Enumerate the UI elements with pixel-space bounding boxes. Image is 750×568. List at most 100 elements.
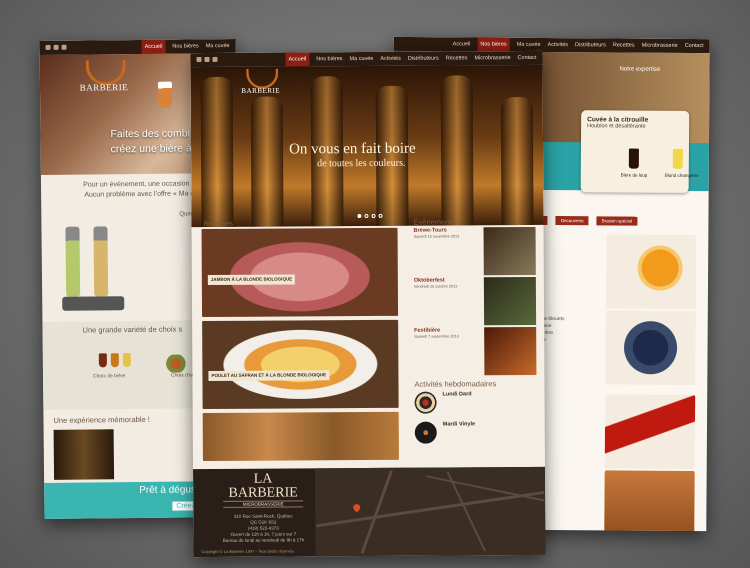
ingredient-row [520,234,697,310]
recipe-thumbnails[interactable] [202,411,399,462]
recettes-heading: Recettes [203,218,234,229]
beer-glass-icon [122,353,131,368]
social-icon[interactable] [61,44,67,50]
hours-line: Bureau du lundi au vendredi de 9h à 17h [222,537,305,543]
event-title: Oktoberfest [413,277,445,284]
activity-title: Lundi Dard [442,391,472,398]
nav-microbrasserie[interactable]: Microbrasserie [642,43,678,49]
filter-brassin-special[interactable]: Brassin spécial [596,216,638,226]
hero-slider: BARBERIE On vous en fait boire de toutes… [190,64,544,228]
nav-activites[interactable]: Activités [380,56,401,62]
vinyl-icon [414,421,437,444]
nav-ma-cuvee[interactable]: Ma cuvée [206,43,230,49]
recipe-caption: JAMBON À LA BLONDE BIOLOGIQUE [207,274,296,285]
recipe-card-poulet[interactable]: POULET AU SAFRAN ET À LA BLONDE BIOLOGIQ… [202,319,399,410]
card-subtitle: Houblon et désaltérante [587,123,646,130]
map-road [316,490,545,528]
nav-recettes[interactable]: Recettes [613,42,635,48]
nav-ma-cuvee[interactable]: Ma cuvée [350,56,374,62]
activity-item[interactable]: Lundi Dard [414,389,539,418]
bottle-image [440,75,474,226]
footer-logo[interactable]: LA BARBERIE [223,472,303,501]
expertise-heading: Notre expertise [619,66,661,73]
footer-subtitle: MICROBRASSERIE [223,500,304,508]
nav-recettes[interactable]: Recettes [446,55,468,61]
hero-line2: créez une bière à v [110,142,201,156]
social-icon[interactable] [53,44,59,50]
activites-heading: Activités hebdomadaires [414,379,497,389]
choix-biere-label: Choix de bière [92,373,126,380]
map-road [360,470,393,554]
nav-accueil[interactable]: Accueil [453,41,471,47]
nav-contact[interactable]: Contact [685,43,704,49]
beer-glass-icon [157,81,173,108]
barberie-logo[interactable]: BARBERIE [78,60,130,103]
event-date: Samedi 7 septembre 2013 [414,334,459,339]
nav-ma-cuvee[interactable]: Ma cuvée [517,42,541,48]
event-date: Samedi 16 novembre 2013 [413,234,460,239]
dark-beer-icon [628,148,639,169]
footer-address: 310 Rue Saint-Roch, Québec QC G1K 6S2 (4… [213,513,313,544]
hero-slogan-sub: de toutes les couleurs. [317,157,406,170]
nav-activites[interactable]: Activités [548,42,569,48]
hero-line1: Faites des combi [110,127,190,141]
bottle-image [200,76,234,228]
slider-dot[interactable] [364,213,369,219]
slider-dots [357,213,383,219]
event-date: Vendredi 25 octobre 2013 [413,284,458,289]
activity-item[interactable]: Mardi Vinyle [414,419,539,448]
map-pin-icon[interactable] [351,502,362,513]
cta-text: Prêt à dégust [139,484,199,497]
light-beer-icon [672,148,683,169]
nav-microbrasserie[interactable]: Microbrasserie [474,55,510,61]
nav-nos-bieres[interactable]: Nos bières [316,56,342,62]
social-icons [45,44,67,50]
center-page-mockup: Accueil Nos bières Ma cuvée Activités Di… [190,50,546,558]
food-image [604,470,695,532]
social-icon[interactable] [204,56,210,62]
slider-dot[interactable] [371,213,376,218]
slider-dot[interactable] [357,214,362,219]
footer: LA BARBERIE MICROBRASSERIE 310 Rue Saint… [193,466,546,558]
event-item[interactable]: Festibière Samedi 7 septembre 2013 [414,326,538,380]
social-icon[interactable] [212,56,218,62]
beer-glass-icon [110,353,119,368]
bottle-image [500,96,534,226]
nav-accueil[interactable]: Accueil [285,52,310,67]
barberie-logo[interactable]: BARBERIE [240,68,282,103]
social-icons [196,56,218,63]
blueberries-image [605,310,696,386]
ingredient-row: ...ou miel de bleuets ...et framboise ..… [519,310,696,386]
evenements-heading: Évènements [413,217,456,227]
beer-bottles-image [53,429,115,480]
nav-contact[interactable]: Contact [518,55,537,61]
hero-tagline: Faites des combi créez une bière à v [110,126,200,157]
nav-distributeurs[interactable]: Distributeurs [575,42,606,48]
event-photo [483,276,537,326]
social-icon[interactable] [196,57,202,63]
event-photo [483,226,536,276]
filter-decouverte[interactable]: Découverte [555,216,589,226]
nav-nos-bieres[interactable]: Nos bières [172,43,198,49]
location-map[interactable] [315,466,546,557]
nav-nos-bieres[interactable]: Nos bières [477,37,510,52]
event-photo [484,326,537,376]
event-item[interactable]: Oktoberfest Vendredi 25 octobre 2013 [413,276,538,330]
logo-word: BARBERIE [79,82,129,93]
hero-slogan: On vous en fait boire [289,140,416,158]
event-item[interactable]: Brewe-Tours Samedi 16 novembre 2013 [413,226,538,280]
event-title: Brewe-Tours [413,227,447,234]
logo-word: BARBERIE [241,86,281,95]
hero-expertise: Notre expertise [619,66,699,73]
recipe-caption: POULET AU SAFRAN ET À LA BLONDE BIOLOGIQ… [208,370,330,381]
tap-base [62,296,125,311]
recipe-card-jambon[interactable]: JAMBON À LA BLONDE BIOLOGIQUE [201,227,399,318]
tap-icon [65,226,81,297]
slider-dot[interactable] [378,213,383,218]
ingredient-row [519,394,696,470]
social-icon[interactable] [45,44,51,50]
dartboard-icon [414,391,437,414]
nav-accueil[interactable]: Accueil [141,39,166,54]
nav-distributeurs[interactable]: Distributeurs [408,56,439,62]
orange-image [605,234,697,310]
